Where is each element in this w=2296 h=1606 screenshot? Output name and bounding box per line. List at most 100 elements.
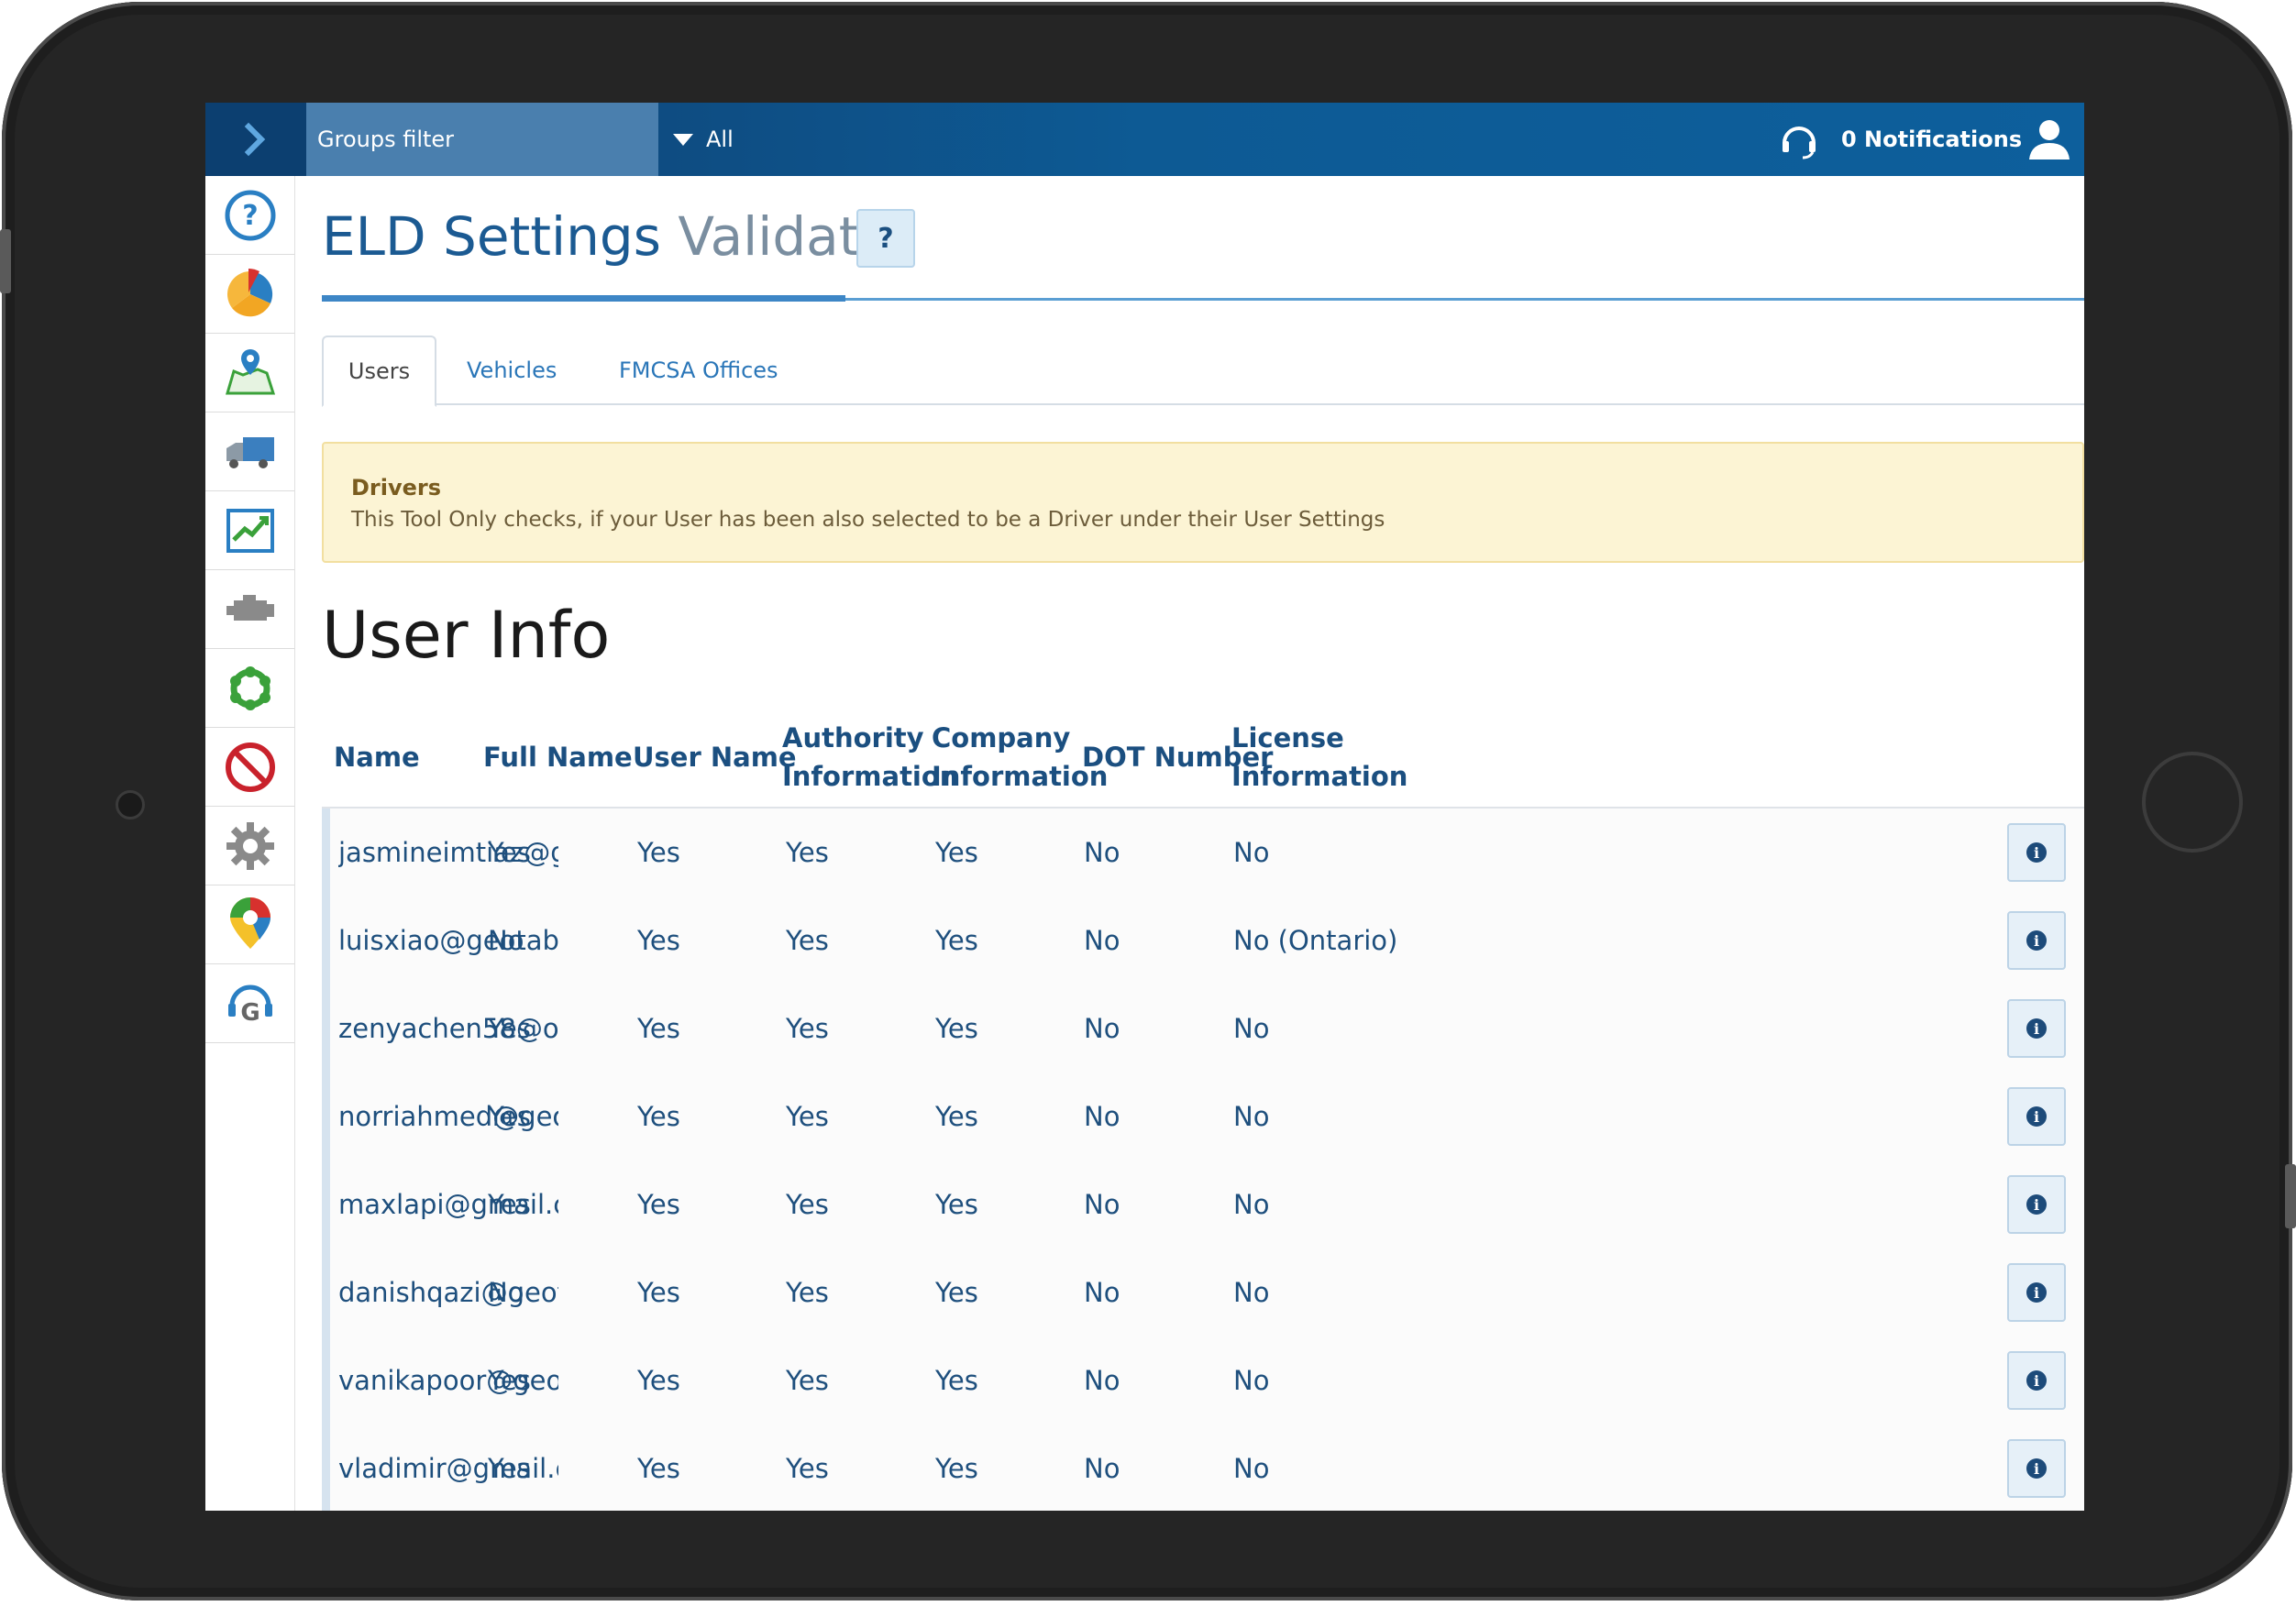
help-icon: ? [225, 190, 275, 240]
help-button[interactable]: ? [856, 209, 915, 268]
sidebar-item-activity[interactable] [205, 491, 294, 570]
sidebar-item-marketplace[interactable] [205, 886, 294, 964]
cell-dot-number: No [1084, 1365, 1120, 1396]
row-indicator [322, 896, 330, 984]
title-underline [322, 295, 845, 302]
info-icon: i [2026, 1018, 2047, 1039]
cell-full-name: Yes [488, 1453, 531, 1484]
info-icon: i [2026, 1106, 2047, 1127]
table-row[interactable]: zenyachen58@ou Yes Yes Yes Yes No No i [322, 984, 2084, 1074]
row-info-button[interactable]: i [2007, 1439, 2066, 1498]
cell-full-name: No [488, 1277, 524, 1308]
tab-vehicles[interactable]: Vehicles [467, 337, 557, 403]
top-bar: Groups filter All 0 Notifications [205, 103, 2084, 176]
marketplace-icon [229, 896, 270, 949]
cell-license-information: No [1233, 1013, 1270, 1044]
row-indicator [322, 984, 330, 1072]
column-header-line: License [1231, 722, 1344, 754]
column-header-line: Information [1231, 761, 1408, 792]
exceptions-icon [225, 742, 275, 792]
table-row[interactable]: jasmineimtiaz@geYesYesYesYesNoNoi [322, 808, 2084, 898]
column-header-label: License Information [1231, 719, 1407, 796]
rules-icon [229, 666, 270, 710]
column-header-label: User Name [633, 738, 797, 776]
table-row[interactable]: vanikapoor@geot Yes Yes Yes Yes No No i [322, 1336, 2084, 1426]
cell-authority-information: Yes [786, 1013, 829, 1044]
cell-user-name: Yes [637, 1101, 680, 1132]
chevron-right-icon [244, 122, 266, 157]
svg-text:G: G [240, 999, 259, 1027]
svg-text:?: ? [242, 200, 258, 232]
row-info-button[interactable]: i [2007, 1175, 2066, 1234]
cell-authority-information: Yes [786, 837, 829, 868]
notifications-link[interactable]: 0 Notifications [1841, 103, 2022, 176]
cell-license-information: No [1233, 1277, 1270, 1308]
page-title-main: ELD Settings [322, 205, 661, 268]
row-indicator [322, 1160, 330, 1248]
cell-dot-number: No [1084, 837, 1120, 868]
tab-bar: Users Vehicles FMCSA Offices [322, 336, 2084, 407]
sidebar-item-vehicles[interactable] [205, 412, 294, 491]
info-icon: i [2026, 842, 2047, 863]
info-icon: i [2026, 1282, 2047, 1303]
table-row[interactable]: maxlapi@gmail.cc Yes Yes Yes Yes No No i [322, 1160, 2084, 1250]
sidebar-item-map[interactable] [205, 334, 294, 412]
groups-dropdown-value: All [706, 126, 734, 152]
sidebar-item-rules[interactable] [205, 649, 294, 728]
expand-menu-button[interactable] [205, 103, 306, 176]
home-button[interactable] [2142, 752, 2243, 852]
row-info-button[interactable]: i [2007, 1351, 2066, 1410]
headset-icon[interactable] [1777, 117, 1821, 161]
info-icon: i [2026, 1194, 2047, 1215]
support-icon: G [227, 984, 272, 1027]
row-info-button[interactable]: i [2007, 999, 2066, 1058]
section-title: User Info [322, 598, 611, 673]
cell-authority-information: Yes [786, 1365, 829, 1396]
row-info-button[interactable]: i [2007, 1087, 2066, 1146]
cell-user-name: Yes [637, 1189, 680, 1220]
cell-authority-information: Yes [786, 925, 829, 956]
table-row[interactable]: danishqazi@geotaNoYesYesYesNoNoi [322, 1248, 2084, 1338]
row-info-button[interactable]: i [2007, 1263, 2066, 1322]
sidebar-item-dashboard[interactable] [205, 255, 294, 334]
cell-authority-information: Yes [786, 1101, 829, 1132]
table-row[interactable]: luisxiao@geotab.c No Yes Yes Yes No No (Ontari… [322, 896, 2084, 986]
column-header-label: Full Name [483, 738, 633, 776]
engine-icon [226, 594, 274, 621]
sidebar-item-engine[interactable] [205, 570, 294, 649]
cell-company-information: Yes [935, 1365, 978, 1396]
column-header-user-name[interactable]: User Name [633, 708, 797, 807]
cell-company-information: Yes [935, 1277, 978, 1308]
groups-filter-input[interactable]: Groups filter [306, 103, 658, 176]
groups-filter-label: Groups filter [317, 126, 455, 152]
sidebar-item-help[interactable]: ? [205, 176, 294, 255]
drivers-alert: Drivers This Tool Only checks, if your U… [322, 442, 2084, 563]
table-row[interactable]: vladimir@gmail.ccYesYesYesYesNoNoi [322, 1424, 2084, 1511]
column-header-line: Full Name [483, 742, 633, 773]
sidebar-item-exceptions[interactable] [205, 728, 294, 807]
sidebar: ? G [205, 176, 295, 1511]
row-indicator [322, 1424, 330, 1511]
cell-user-name: Yes [637, 1013, 680, 1044]
table-row[interactable]: norriahmed@geot Yes Yes Yes Yes No No i [322, 1072, 2084, 1162]
cell-user-name: Yes [637, 925, 680, 956]
cell-dot-number: No [1084, 925, 1120, 956]
cell-full-name: Yes [488, 1365, 531, 1396]
row-indicator [322, 1336, 330, 1424]
column-header-license-information[interactable]: License Information [1231, 708, 1407, 807]
cell-authority-information: Yes [786, 1189, 829, 1220]
row-info-button[interactable]: i [2007, 823, 2066, 882]
row-info-button[interactable]: i [2007, 911, 2066, 970]
cell-full-name: Yes [488, 837, 531, 868]
cell-company-information: Yes [935, 1189, 978, 1220]
column-header-name[interactable]: Name [334, 708, 420, 807]
groups-dropdown[interactable]: All [673, 103, 734, 176]
sidebar-item-support[interactable]: G [205, 964, 294, 1043]
sidebar-item-settings[interactable] [205, 807, 294, 886]
caret-down-icon [673, 133, 693, 146]
settings-gear-icon [226, 821, 274, 870]
column-header-full-name[interactable]: Full Name [483, 708, 633, 807]
tab-users[interactable]: Users [322, 336, 436, 407]
user-profile-icon[interactable] [2026, 116, 2072, 161]
tab-fmcsa-offices[interactable]: FMCSA Offices [619, 337, 778, 403]
